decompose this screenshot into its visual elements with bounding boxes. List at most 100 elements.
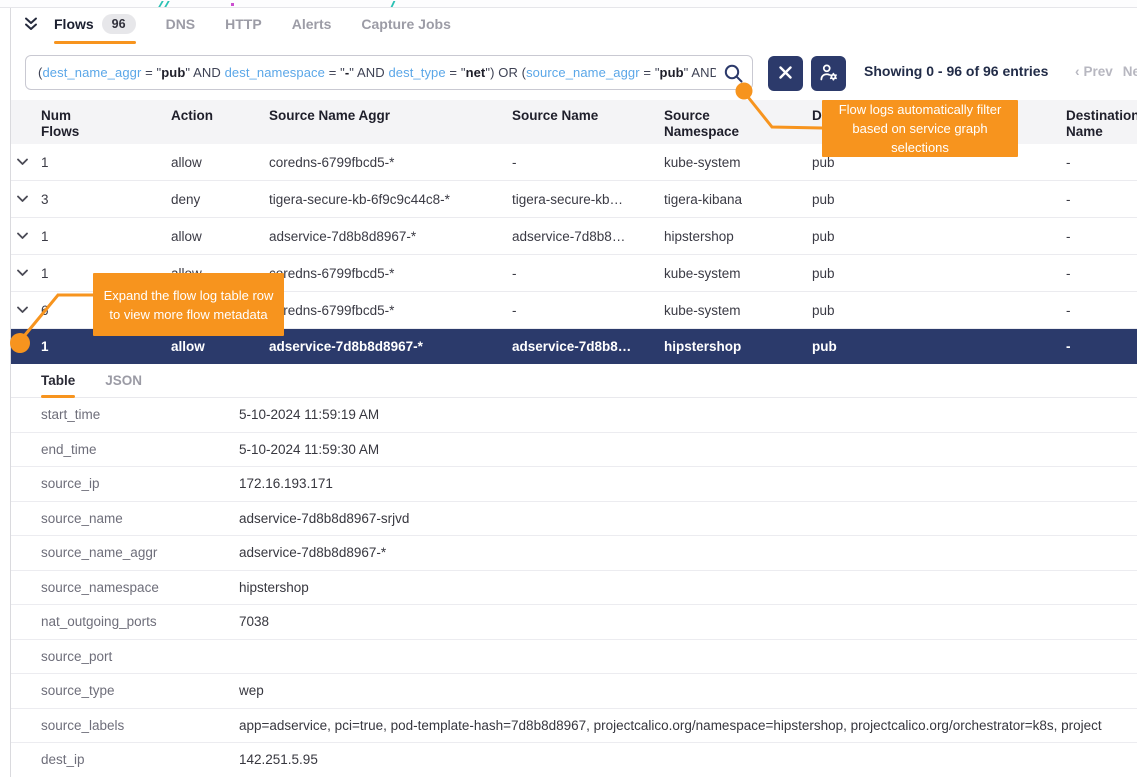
cell-source-name: - (512, 303, 664, 318)
table-row[interactable]: 1 allow adservice-7d8b8d8967-* adservice… (11, 218, 1137, 255)
next-page-button[interactable]: Next › (1123, 64, 1137, 79)
row-expander[interactable] (11, 343, 41, 351)
detail-key: start_time (41, 407, 239, 422)
tab-http[interactable]: HTTP (225, 8, 262, 39)
showing-entries-text: Showing 0 - 96 of 96 entries (864, 63, 1048, 79)
chevron-down-icon (17, 232, 28, 240)
close-icon (779, 66, 792, 82)
detail-value: 172.16.193.171 (239, 476, 1137, 491)
detail-key: end_time (41, 442, 239, 457)
detail-value: 142.251.5.95 (239, 752, 1137, 767)
tab-dns[interactable]: DNS (166, 8, 196, 39)
row-expander[interactable] (11, 158, 41, 166)
chevron-down-icon (17, 195, 28, 203)
header-source-name: Source Name (512, 108, 664, 124)
header-destination-name: Destination Name (1066, 108, 1137, 140)
header-source-name-aggr: Source Name Aggr (269, 108, 512, 124)
clear-filter-button[interactable] (768, 56, 803, 91)
graph-remnant-mark (164, 1, 169, 7)
cell-source-name-aggr: coredns-6799fbcd5-* (269, 266, 512, 281)
detail-row: nat_outgoing_ports 7038 (11, 605, 1137, 640)
prev-page-button[interactable]: ‹ Prev (1075, 64, 1113, 79)
flow-detail-panel: Table JSON start_time 5-10-2024 11:59:19… (11, 364, 1137, 777)
query-part: " AND (684, 65, 716, 80)
tab-alerts-label: Alerts (292, 16, 332, 32)
cell-num-flows: 1 (41, 339, 171, 354)
user-settings-button[interactable] (811, 56, 846, 91)
collapse-panel-double-chevron-icon[interactable] (23, 16, 39, 32)
query-part: ") OR ( (485, 65, 526, 80)
cell-dest-name: - (1066, 229, 1137, 244)
cell-action: deny (171, 192, 269, 207)
detail-tab-json[interactable]: JSON (105, 364, 142, 398)
cell-source-name: - (512, 266, 664, 281)
cell-num-flows: 3 (41, 192, 171, 207)
query-part: " AND (185, 65, 224, 80)
row-expander[interactable] (11, 232, 41, 240)
detail-key: source_type (41, 683, 239, 698)
detail-value: hipstershop (239, 580, 1137, 595)
cell-source-namespace: kube-system (664, 303, 812, 318)
detail-key: source_labels (41, 718, 239, 733)
detail-tab-table-label: Table (41, 373, 75, 388)
query-text: (dest_name_aggr = "pub" AND dest_namespa… (38, 65, 716, 80)
query-part: dest_name_aggr (42, 65, 141, 80)
tab-alerts[interactable]: Alerts (292, 8, 332, 39)
cell-source-name: - (512, 155, 664, 170)
query-part: = " (640, 65, 660, 80)
cell-dest-name-aggr: pub (812, 339, 1066, 354)
next-label: Next (1123, 64, 1137, 79)
cell-action: allow (171, 155, 269, 170)
detail-value: 5-10-2024 11:59:30 AM (239, 442, 1137, 457)
tab-flows[interactable]: Flows 96 (54, 8, 136, 39)
detail-key: source_name (41, 511, 239, 526)
cell-source-name-aggr: adservice-7d8b8d8967-* (269, 229, 512, 244)
cell-source-name: tigera-secure-kb… (512, 192, 664, 207)
cell-source-namespace: hipstershop (664, 339, 812, 354)
header-num-flows: Num Flows (41, 108, 171, 140)
row-expander[interactable] (11, 195, 41, 203)
query-part: pub (660, 65, 684, 80)
tab-capture-jobs[interactable]: Capture Jobs (361, 8, 450, 39)
cell-source-name-aggr: coredns-6799fbcd5-* (269, 155, 512, 170)
header-source-namespace: Source Namespace (664, 108, 812, 140)
detail-row: source_name_aggr adservice-7d8b8d8967-* (11, 536, 1137, 571)
cell-source-namespace: kube-system (664, 155, 812, 170)
detail-value: wep (239, 683, 1137, 698)
row-expander[interactable] (11, 269, 41, 277)
detail-value: app=adservice, pci=true, pod-template-ha… (239, 718, 1137, 733)
header-action: Action (171, 108, 269, 124)
cell-source-name: adservice-7d8b8… (512, 229, 664, 244)
query-part: pub (161, 65, 185, 80)
table-row[interactable]: 3 deny tigera-secure-kb-6f9c9c44c8-* tig… (11, 181, 1137, 218)
cell-source-namespace: kube-system (664, 266, 812, 281)
detail-value: adservice-7d8b8d8967-* (239, 545, 1137, 560)
search-icon[interactable] (723, 63, 744, 89)
tab-dns-label: DNS (166, 16, 196, 32)
logs-tab-bar: Flows 96 DNS HTTP Alerts Capture Jobs (11, 8, 1137, 39)
detail-key: dest_ip (41, 752, 239, 767)
tab-flows-label: Flows (54, 16, 94, 32)
detail-kv-list: start_time 5-10-2024 11:59:19 AM end_tim… (11, 398, 1137, 777)
cell-source-namespace: hipstershop (664, 229, 812, 244)
query-part: = " (141, 65, 161, 80)
cell-dest-name: - (1066, 192, 1137, 207)
row-expander[interactable] (11, 306, 41, 314)
detail-row: source_port (11, 640, 1137, 675)
detail-value: adservice-7d8b8d8967-srjvd (239, 511, 1137, 526)
filter-query-input[interactable]: (dest_name_aggr = "pub" AND dest_namespa… (25, 55, 753, 90)
detail-row: source_namespace hipstershop (11, 571, 1137, 606)
cell-dest-name-aggr: pub (812, 266, 1066, 281)
cell-dest-name-aggr: pub (812, 303, 1066, 318)
detail-row: source_labels app=adservice, pci=true, p… (11, 709, 1137, 744)
detail-key: source_ip (41, 476, 239, 491)
detail-key: source_namespace (41, 580, 239, 595)
detail-row: start_time 5-10-2024 11:59:19 AM (11, 398, 1137, 433)
query-part: = " (325, 65, 345, 80)
detail-tab-table[interactable]: Table (41, 364, 75, 398)
graph-remnant-mark (158, 1, 163, 7)
tooltip-expand-row-info: Expand the flow log table row to view mo… (93, 273, 284, 336)
cell-num-flows: 1 (41, 155, 171, 170)
detail-value: 5-10-2024 11:59:19 AM (239, 407, 1137, 422)
pagination: ‹ Prev Next › (1075, 64, 1137, 79)
